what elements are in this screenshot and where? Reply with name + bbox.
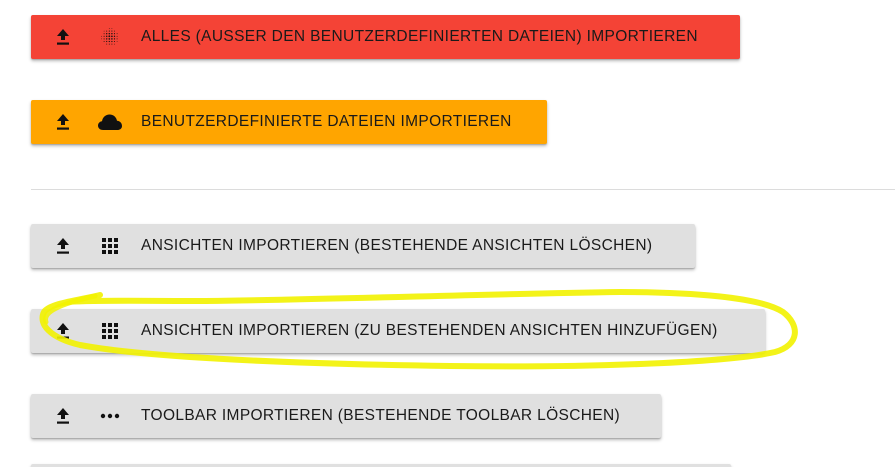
upload-icon	[53, 321, 73, 341]
import-views-add-button[interactable]: ANSICHTEN IMPORTIEREN (ZU BESTEHENDEN AN…	[31, 309, 765, 353]
import-all-label: ALLES (AUSSER DEN BENUTZERDEFINIERTEN DA…	[141, 28, 698, 45]
import-toolbar-replace-label: TOOLBAR IMPORTIEREN (BESTEHENDE TOOLBAR …	[141, 407, 621, 424]
upload-icon	[53, 236, 73, 256]
grid-icon	[97, 235, 123, 257]
import-views-replace-label: ANSICHTEN IMPORTIEREN (BESTEHENDE ANSICH…	[141, 237, 653, 254]
import-settings-panel: ALLES (AUSSER DEN BENUTZERDEFINIERTEN DA…	[0, 0, 895, 467]
import-toolbar-replace-button[interactable]: TOOLBAR IMPORTIEREN (BESTEHENDE TOOLBAR …	[31, 394, 661, 438]
more-horizontal-icon	[97, 405, 123, 427]
section-divider	[31, 189, 895, 190]
grid-icon	[97, 320, 123, 342]
import-views-replace-button[interactable]: ANSICHTEN IMPORTIEREN (BESTEHENDE ANSICH…	[31, 224, 695, 268]
import-all-button[interactable]: ALLES (AUSSER DEN BENUTZERDEFINIERTEN DA…	[31, 15, 740, 59]
dotted-sphere-icon	[97, 26, 123, 48]
upload-icon	[53, 406, 73, 426]
import-views-add-label: ANSICHTEN IMPORTIEREN (ZU BESTEHENDEN AN…	[141, 322, 718, 339]
upload-icon	[53, 112, 73, 132]
import-custom-files-label: BENUTZERDEFINIERTE DATEIEN IMPORTIEREN	[141, 113, 512, 130]
import-custom-files-button[interactable]: BENUTZERDEFINIERTE DATEIEN IMPORTIEREN	[31, 100, 547, 144]
cloud-icon	[97, 111, 123, 133]
upload-icon	[53, 27, 73, 47]
